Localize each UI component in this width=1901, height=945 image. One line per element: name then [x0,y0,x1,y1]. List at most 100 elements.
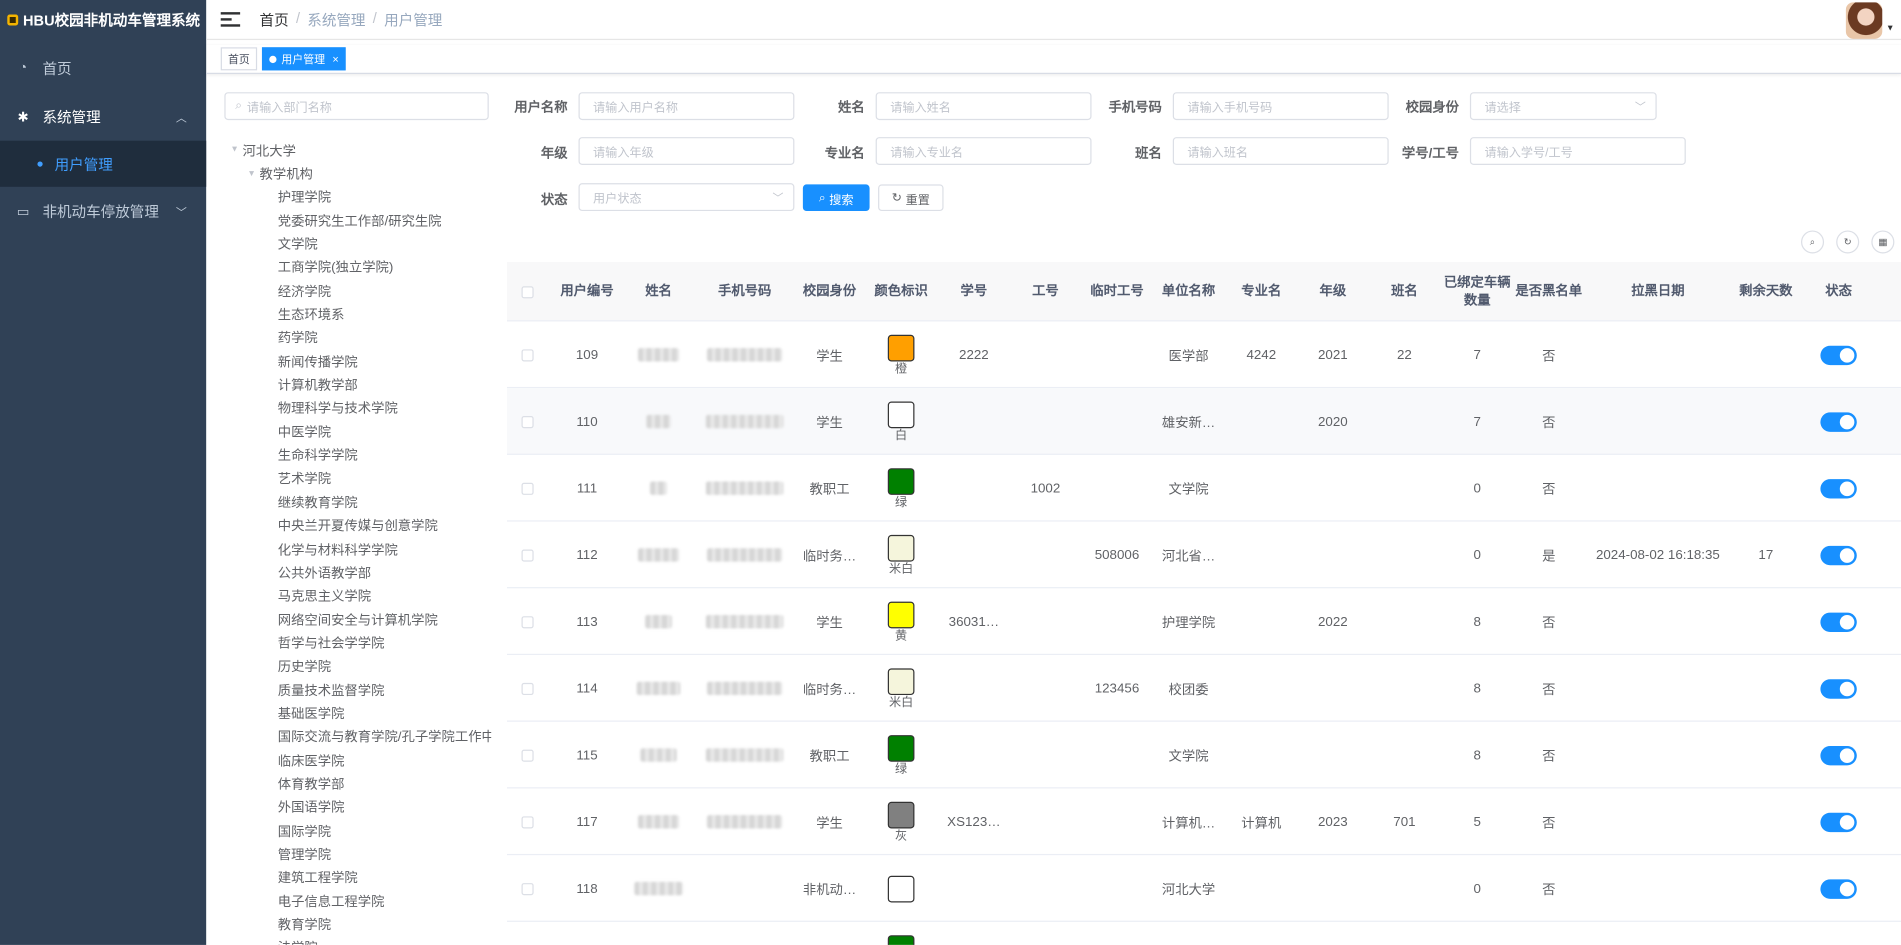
tree-node-dept[interactable]: 公共外语教学部 [230,561,491,584]
tree-node-dept[interactable]: 工商学院(独立学院) [230,256,491,279]
breadcrumb-home[interactable]: 首页 [260,9,289,30]
tree-node-dept[interactable]: 教育学院 [230,913,491,936]
table-row[interactable]: 110 学生白 雄安新… 2020 7 否 [506,388,1901,455]
grade-input[interactable]: 请输入年级 [578,137,795,165]
tree-node-dept[interactable]: 护理学院 [230,185,491,208]
tree-node-dept[interactable]: 继续教育学院 [230,490,491,513]
tree-node-dept[interactable]: 经济学院 [230,279,491,302]
identity-select[interactable]: 请选择 ﹀ [1469,92,1657,121]
tree-node-dept[interactable]: 计算机教学部 [230,373,491,396]
close-icon[interactable]: × [332,53,338,65]
sidebar-item-user-management[interactable]: ● 用户管理 [0,140,207,187]
tree-node-dept[interactable]: 化学与材料科学学院 [230,537,491,560]
sidebar-item-home[interactable]: ◔ 首页 [0,44,206,93]
sid-input[interactable]: 请输入学号/工号 [1469,137,1686,165]
row-checkbox[interactable] [521,682,534,695]
phone-input[interactable]: 请输入手机号码 [1172,92,1389,121]
status-toggle[interactable] [1820,678,1857,699]
table-row[interactable]: 111 教职工绿 1002 文学院 0 否 [506,455,1901,522]
row-checkbox[interactable] [521,749,534,762]
tree-node-dept[interactable]: 外国语学院 [230,795,491,818]
table-row[interactable]: 119 教职工绿 14634 党委保… 0否 [507,922,1901,945]
tree-node-root[interactable]: ▼ 河北大学 [230,138,491,161]
tree-node-dept[interactable]: 历史学院 [230,654,491,677]
tree-node-dept[interactable]: 物理科学与技术学院 [230,396,491,419]
row-checkbox[interactable] [521,415,534,428]
caret-down-icon[interactable]: ▼ [230,146,242,154]
search-button[interactable]: ⌕ 搜索 [802,184,870,212]
tree-node-dept[interactable]: 党委研究生工作部/研究生院 [230,209,491,232]
columns-button[interactable]: ▦ [1871,230,1895,254]
toggle-search-button[interactable]: ⌕ [1801,230,1825,254]
select-all-checkbox[interactable] [521,285,534,298]
dept-search-input[interactable]: ⌕ 请输入部门名称 [224,92,489,121]
class-input[interactable]: 请输入班名 [1172,137,1389,165]
tree-node-dept[interactable]: 哲学与社会学学院 [230,631,491,654]
tree-node-dept[interactable]: 中央兰开夏传媒与创意学院 [230,514,491,537]
name-cell [622,922,695,945]
major-input[interactable]: 请输入专业名 [875,137,1092,165]
status-toggle[interactable] [1820,478,1857,498]
table-row[interactable]: 117 学生灰 XS123… 计算机… 计算机 2023 701 5 否 [506,788,1901,856]
tree-node-dept[interactable]: 基础医学院 [230,701,491,724]
status-select[interactable]: 用户状态 ﹀ [578,183,795,212]
status-toggle[interactable] [1820,611,1857,632]
caret-down-icon[interactable]: ▼ [1886,24,1894,32]
tag-user-management[interactable]: 用户管理 × [261,47,346,71]
status-toggle[interactable] [1820,411,1857,432]
tree-node-dept[interactable]: 中医学院 [230,420,491,443]
tree-node-dept[interactable]: 质量技术监督学院 [230,678,491,701]
row-checkbox[interactable] [521,348,534,361]
sidebar-item-system[interactable]: ✱ 系统管理 ︿ [0,92,206,141]
status-toggle[interactable] [1820,345,1857,365]
tree-node-dept[interactable]: 文学院 [230,232,491,255]
hamburger-icon[interactable] [220,12,241,27]
table-row[interactable]: 115 教职工绿 文学院 8 否 [506,722,1901,789]
caret-down-icon[interactable]: ▼ [247,169,259,177]
refresh-button[interactable]: ↻ [1836,230,1860,254]
table-row[interactable]: 112 临时务… 米白 508006 河北省… 0 是 2024-08-02 16:18:35… [506,522,1901,589]
tree-node-dept[interactable]: 艺术学院 [230,467,491,490]
app-logo[interactable]: HBU校园非机动车管理系统 [0,0,206,40]
tree-node-dept[interactable]: 马克思主义学院 [230,584,491,607]
tree-node-dept[interactable]: 建筑工程学院 [230,866,491,889]
name-input[interactable]: 请输入姓名 [875,92,1092,121]
row-checkbox[interactable] [521,615,534,628]
sidebar-item-parking[interactable]: ▭ 非机动车停放管理 ﹀ [0,187,206,236]
tree-node-dept[interactable]: 体育教学部 [230,772,491,795]
avatar[interactable] [1845,2,1883,39]
username-input[interactable]: 请输入用户名称 [578,92,795,121]
row-checkbox[interactable] [521,815,534,828]
tree-node-dept[interactable]: 网络空间安全与计算机学院 [230,608,491,631]
tag-home[interactable]: 首页 [220,47,258,71]
tree-node-dept[interactable]: 临床医学院 [230,748,491,771]
tree-node-dept[interactable]: 法学院 [230,936,491,945]
table-row[interactable]: 109 学生橙 2222 医学部 4242 2021 22 7 否 [506,321,1901,389]
tree-node-dept[interactable]: 生态环境系 [230,303,491,326]
bdate-cell [1591,922,1724,945]
phone-cell [702,321,787,388]
tree-node-dept[interactable]: 生命科学学院 [230,443,491,466]
tree-node-dept[interactable]: 电子信息工程学院 [230,889,491,912]
status-toggle[interactable] [1820,545,1857,565]
tree-node-dept[interactable]: 药学院 [230,326,491,349]
table-row[interactable]: 114 临时务… 米白 123456 校团委 8 否 [506,655,1901,722]
tree-node-dept[interactable]: 管理学院 [230,842,491,865]
tree-node-dept[interactable]: 国际交流与教育学院/孔子学院工作中心 [230,725,491,748]
tree-node-group[interactable]: ▼ 教学机构 [230,162,491,185]
status-toggle[interactable] [1820,745,1857,765]
tree-node-dept[interactable]: 新闻传播学院 [230,349,491,372]
table-row[interactable]: 118 非机动… 河北大学 0 否 [506,855,1901,922]
reset-button[interactable]: ↻ 重置 [878,184,944,212]
status-toggle[interactable] [1820,878,1857,899]
breadcrumb-current: 用户管理 [384,11,443,29]
status-toggle[interactable] [1820,812,1857,832]
row-select-cell [509,455,545,522]
row-checkbox[interactable] [521,882,534,895]
table-row[interactable]: 113 学生黄 36031… 护理学院 2022 8 否 [506,588,1901,656]
row-checkbox[interactable] [521,482,534,495]
row-checkbox[interactable] [521,548,534,562]
color-name: 橙 [895,362,908,376]
tree-node-dept[interactable]: 国际学院 [230,819,491,842]
tree-node-label: 建筑工程学院 [277,871,358,886]
